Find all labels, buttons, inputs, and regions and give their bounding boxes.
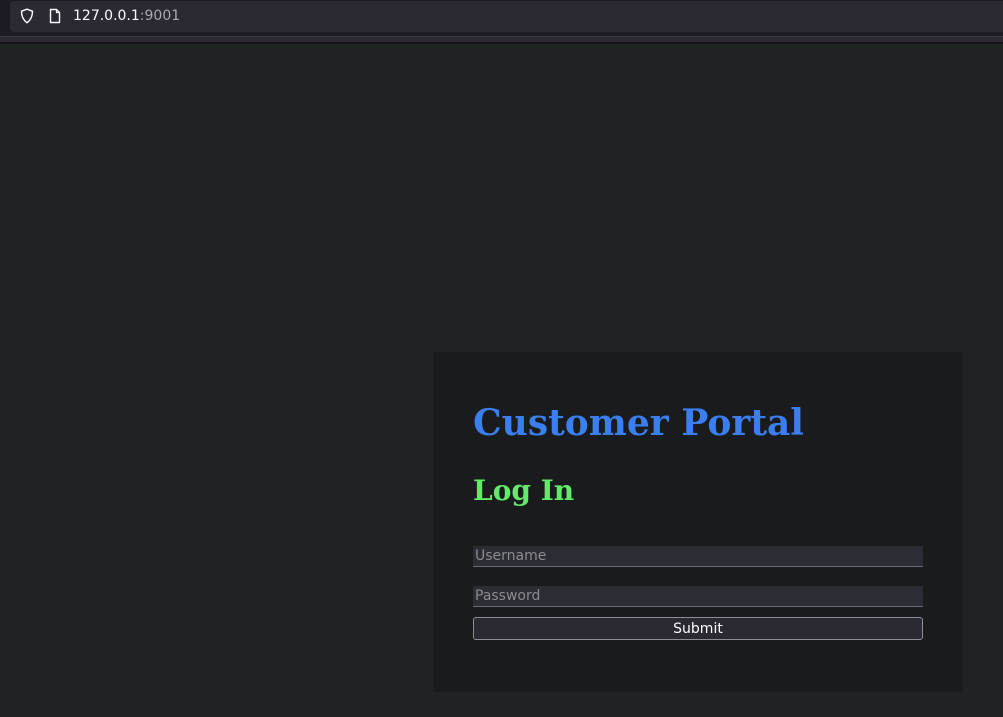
url-host: 127.0.0.1 (73, 8, 140, 24)
browser-toolbar: 127.0.0.1:9001 (0, 0, 1003, 36)
page-icon (47, 8, 63, 24)
password-input[interactable] (473, 586, 923, 607)
shield-icon[interactable] (19, 8, 35, 24)
toolbar-divider (0, 36, 1003, 44)
login-heading: Log In (473, 474, 575, 507)
submit-button[interactable]: Submit (473, 617, 923, 640)
username-input[interactable] (473, 546, 923, 567)
url-port: :9001 (139, 8, 181, 24)
login-card: Customer Portal Log In Submit (433, 352, 963, 692)
page-title: Customer Portal (473, 402, 804, 444)
url-text[interactable]: 127.0.0.1:9001 (73, 7, 180, 25)
